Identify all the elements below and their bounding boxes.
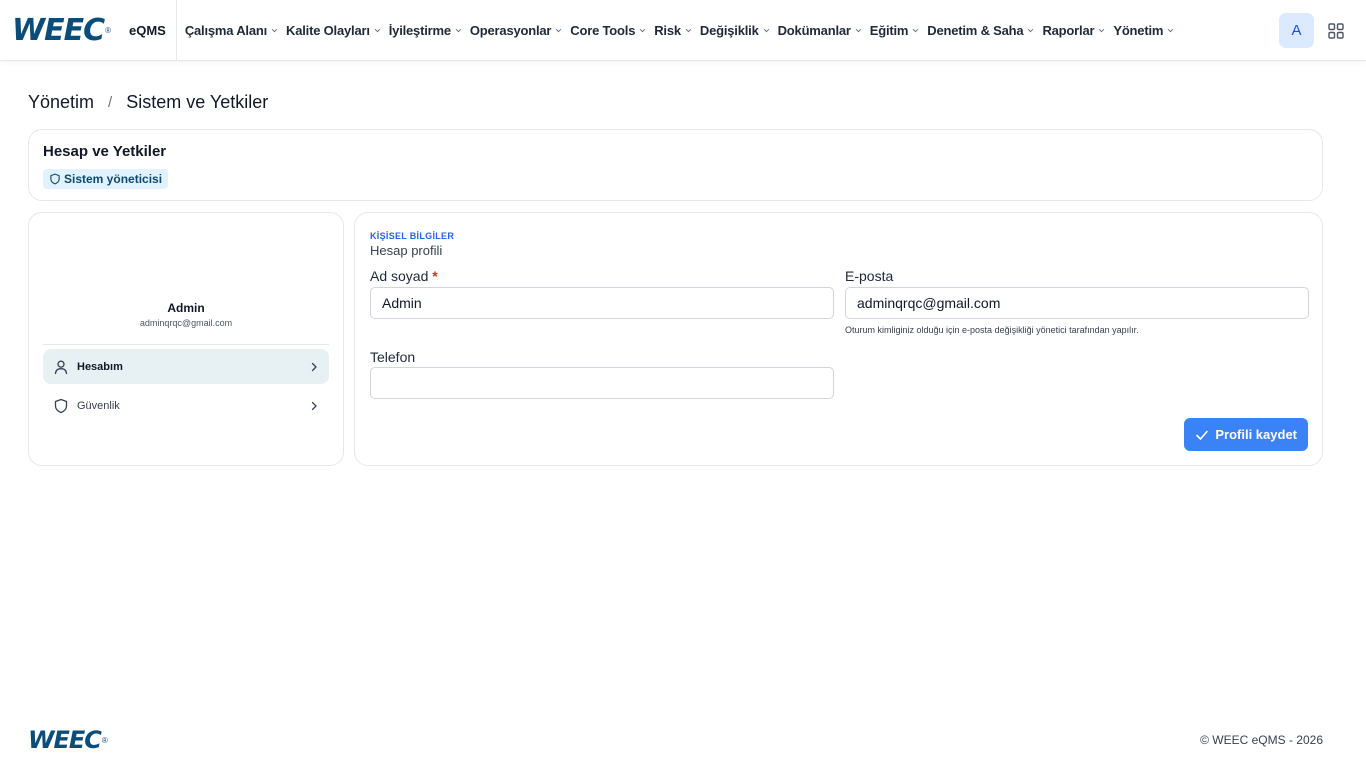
chevron-down-icon — [640, 28, 646, 32]
phone-input[interactable] — [370, 367, 834, 399]
nav-item-1[interactable]: Kalite Olayları — [286, 23, 381, 38]
nav-item-2[interactable]: İyileştirme — [389, 23, 462, 38]
chevron-down-icon — [855, 28, 861, 32]
nav-item-label: Yönetim — [1113, 22, 1164, 38]
breadcrumb: Yönetim / Sistem ve Yetkiler — [28, 92, 268, 113]
nav-item-label: Raporlar — [1042, 22, 1095, 38]
nav-item-label: Kalite Olayları — [286, 22, 370, 38]
sidebar-item-label: Güvenlik — [77, 399, 120, 412]
chevron-right-icon — [311, 401, 317, 410]
name-label: Ad soyad * — [370, 268, 438, 284]
email-hint: Oturum kimliginiz olduğu için e-posta de… — [845, 325, 1139, 335]
save-profile-label: Profili kaydet — [1215, 427, 1297, 442]
nav-item-9[interactable]: Denetim & Saha — [927, 23, 1034, 38]
shield-icon — [50, 173, 60, 185]
top-right-actions: A — [1279, 13, 1344, 48]
nav-item-label: Core Tools — [570, 22, 636, 38]
registered-mark: ® — [105, 25, 111, 35]
chevron-down-icon — [271, 28, 278, 32]
nav-item-6[interactable]: Değişiklik — [700, 23, 770, 38]
app-name: eQMS — [129, 22, 166, 38]
nav-item-label: Değişiklik — [699, 22, 759, 38]
sidebar-item-label: Hesabım — [77, 360, 123, 373]
nav-item-label: Risk — [654, 22, 681, 38]
logo-text: WEEC — [12, 12, 105, 48]
weec-logo[interactable]: WEEC ® — [12, 13, 111, 48]
sidebar-item-account[interactable]: Hesabım — [43, 349, 329, 384]
chevron-down-icon — [455, 28, 462, 32]
chevron-down-icon — [556, 28, 562, 32]
nav-item-7[interactable]: Dokümanlar — [778, 23, 862, 38]
role-badge: Sistem yöneticisi — [43, 169, 169, 189]
role-badge-label: Sistem yöneticisi — [64, 172, 163, 186]
nav-item-4[interactable]: Core Tools — [570, 23, 646, 38]
breadcrumb-parent[interactable]: Yönetim — [28, 92, 94, 113]
email-label: E-posta — [845, 268, 894, 284]
phone-label: Telefon — [370, 349, 416, 365]
nav-item-label: Çalışma Alanı — [184, 22, 268, 38]
page-title: Hesap ve Yetkiler — [43, 143, 167, 160]
footer-logo-text: WEEC — [28, 726, 102, 754]
section-kicker: KİŞİSEL BİLGİLER — [370, 231, 455, 241]
profile-form-card: KİŞİSEL BİLGİLER Hesap profili Ad soyad … — [354, 212, 1323, 466]
chevron-down-icon — [1028, 28, 1034, 32]
chevron-down-icon — [374, 28, 380, 32]
main-nav: Çalışma Alanı Kalite Olayları İyileştirme O… — [185, 23, 1182, 38]
registered-mark: ® — [101, 735, 108, 745]
nav-item-label: Eğitim — [869, 22, 909, 38]
shield-icon — [54, 398, 68, 413]
email-input[interactable] — [845, 287, 1309, 319]
required-mark: * — [432, 268, 438, 284]
full-name-input[interactable] — [370, 287, 834, 319]
chevron-down-icon — [763, 28, 769, 32]
chevron-down-icon — [913, 28, 919, 32]
breadcrumb-current: Sistem ve Yetkiler — [126, 92, 269, 112]
chevron-down-icon — [1168, 28, 1174, 32]
nav-item-label: İyileştirme — [388, 22, 451, 38]
section-title: Hesap profili — [370, 243, 443, 258]
nav-item-label: Operasyonlar — [469, 22, 552, 38]
sidebar-item-security[interactable]: Güvenlik — [43, 388, 329, 423]
chevron-right-icon — [311, 362, 317, 371]
nav-item-10[interactable]: Raporlar — [1042, 23, 1105, 38]
name-label-text: Ad soyad — [370, 268, 429, 284]
chevron-down-icon — [1099, 28, 1105, 32]
chevron-down-icon — [685, 28, 692, 32]
nav-item-8[interactable]: Eğitim — [870, 23, 920, 38]
nav-item-5[interactable]: Risk — [654, 23, 692, 38]
account-header-card: Hesap ve Yetkiler Sistem yöneticisi — [28, 129, 1323, 201]
nav-item-label: Dokümanlar — [777, 22, 851, 38]
nav-item-3[interactable]: Operasyonlar — [470, 23, 562, 38]
divider — [43, 344, 329, 345]
breadcrumb-separator: / — [108, 94, 113, 111]
copyright: © WEEC eQMS - 2026 — [1200, 733, 1323, 747]
grid-icon[interactable] — [1328, 22, 1344, 39]
profile-sidebar-card: Admin adminqrqc@gmail.com Hesabım Güvenl… — [28, 212, 344, 466]
top-navbar: WEEC ® eQMS Çalışma Alanı Kalite Olayları… — [0, 0, 1366, 61]
check-icon — [1196, 430, 1209, 440]
brand: WEEC ® eQMS — [0, 0, 177, 61]
user-icon — [54, 360, 68, 374]
footer-logo: WEEC ® — [28, 726, 108, 754]
nav-item-label: Denetim & Saha — [927, 22, 1024, 38]
profile-name: Admin — [167, 301, 205, 315]
save-profile-button[interactable]: Profili kaydet — [1184, 418, 1308, 451]
nav-item-0[interactable]: Çalışma Alanı — [185, 23, 278, 38]
avatar[interactable]: A — [1279, 13, 1314, 48]
nav-item-11[interactable]: Yönetim — [1113, 23, 1174, 38]
profile-email: adminqrqc@gmail.com — [139, 318, 233, 328]
